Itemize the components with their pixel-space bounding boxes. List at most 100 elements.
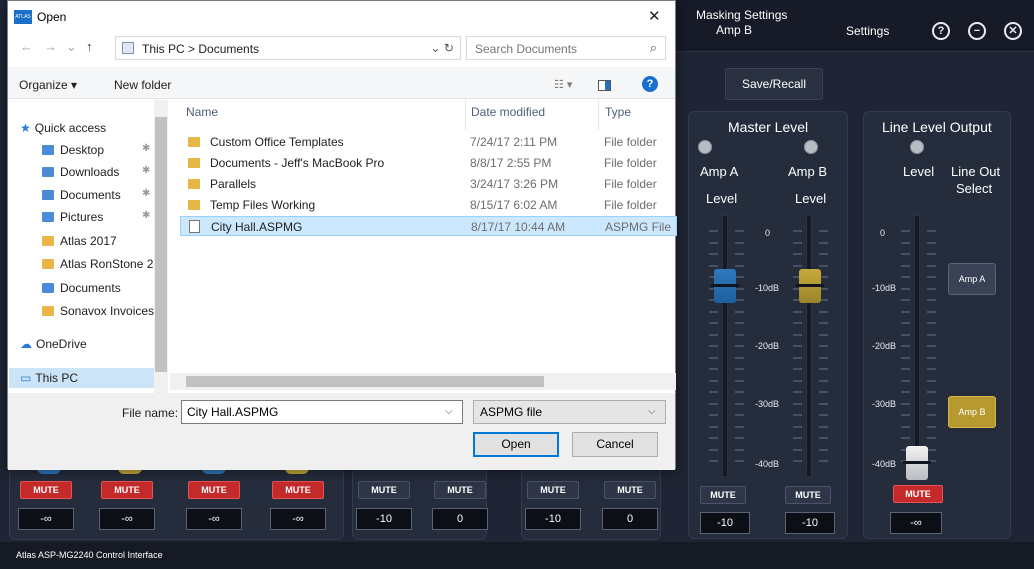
amp-b-mute-button[interactable]: MUTE	[785, 486, 831, 504]
masking-title-line1: Masking Settings	[696, 8, 788, 22]
fader-tick	[793, 414, 802, 416]
dialog-titlebar[interactable]: ATLAS Open ✕	[8, 1, 675, 33]
channel-5-mute-button[interactable]: MUTE	[358, 481, 410, 499]
channel-7-level-value[interactable]: -10	[525, 508, 581, 530]
channel-3-mute-button[interactable]: MUTE	[188, 481, 240, 499]
fader-tick	[927, 391, 936, 393]
fader-tick	[735, 334, 744, 336]
amp-b-fader-knob[interactable]	[796, 269, 824, 303]
file-type-chevron-icon[interactable]: ⌵	[648, 406, 656, 417]
channel-2-level-value[interactable]: -∞	[99, 508, 155, 530]
help-circle-icon[interactable]: ?	[932, 22, 950, 40]
channel-6-mute-button[interactable]: MUTE	[434, 481, 486, 499]
fader-tick	[927, 299, 936, 301]
column-header-type[interactable]: Type	[605, 105, 631, 119]
amp-a-fader-track[interactable]	[722, 215, 728, 477]
nav-item[interactable]: Atlas 2017	[42, 234, 117, 248]
channel-4-mute-button[interactable]: MUTE	[272, 481, 324, 499]
dialog-close-icon[interactable]: ✕	[648, 7, 661, 25]
line-level-mute-button[interactable]: MUTE	[893, 485, 943, 503]
fader-tick	[819, 460, 828, 462]
recent-locations-chevron-icon[interactable]: ⌄	[66, 39, 77, 55]
save-recall-button[interactable]: Save/Recall	[725, 68, 823, 100]
channel-2-mute-button[interactable]: MUTE	[101, 481, 153, 499]
open-button[interactable]: Open	[473, 432, 559, 457]
amp-a-level-value[interactable]: -10	[700, 512, 750, 534]
organize-menu-button[interactable]: Organize ▾	[19, 78, 77, 92]
address-bar[interactable]: This PC > Documents ⌄ ↻	[115, 36, 461, 60]
line-level-fader-knob[interactable]	[903, 446, 931, 480]
line-level-value[interactable]: -∞	[890, 512, 942, 534]
file-row[interactable]: Documents - Jeff's MacBook Pro 8/8/17 2:5…	[180, 153, 677, 173]
fader-tick	[927, 426, 936, 428]
file-name-input[interactable]: City Hall.ASPMG	[181, 400, 463, 424]
file-row[interactable]: Parallels 3/24/17 3:26 PM File folder	[180, 174, 677, 194]
search-placeholder[interactable]: Search Documents	[475, 42, 577, 56]
line-out-amp-a-button[interactable]: Amp A	[948, 263, 996, 295]
preview-pane-icon[interactable]	[598, 80, 611, 91]
cancel-button[interactable]: Cancel	[572, 432, 658, 457]
file-list-scroll-thumb[interactable]	[186, 376, 544, 387]
nav-item[interactable]: Documents	[42, 281, 121, 295]
channel-8-mute-button[interactable]: MUTE	[604, 481, 656, 499]
nav-item[interactable]: Pictures	[42, 210, 103, 224]
nav-item[interactable]: Downloads	[42, 165, 119, 179]
forward-arrow-icon[interactable]: →	[44, 39, 57, 54]
address-dropdown-refresh-icons[interactable]: ⌄ ↻	[431, 41, 454, 55]
amp-a-indicator-led	[698, 140, 712, 154]
change-view-icon[interactable]: ☷ ▾	[554, 78, 572, 91]
column-header-name[interactable]: Name	[186, 105, 218, 119]
channel-8-level-value[interactable]: 0	[602, 508, 658, 530]
line-level-fader-track[interactable]	[914, 215, 920, 477]
channel-5-level-value[interactable]: -10	[356, 508, 412, 530]
file-name-history-chevron-icon[interactable]: ⌵	[445, 406, 453, 417]
amp-b-fader-track[interactable]	[806, 215, 812, 477]
settings-tab[interactable]: Settings	[846, 24, 889, 38]
channel-1-mute-button[interactable]: MUTE	[20, 481, 72, 499]
file-row[interactable]: City Hall.ASPMG 8/17/17 10:44 AM ASPMG Fil…	[180, 216, 677, 236]
master-scale-40: -40dB	[755, 459, 780, 469]
amp-b-level-value[interactable]: -10	[785, 512, 835, 534]
channel-3-level-value[interactable]: -∞	[186, 508, 242, 530]
file-type-select[interactable]: ASPMG file	[473, 400, 666, 424]
channel-6-level-value[interactable]: 0	[432, 508, 488, 530]
pin-icon[interactable]: ✱	[142, 210, 150, 221]
nav-item[interactable]: Sonavox Invoices	[42, 304, 154, 318]
nav-item[interactable]: ☁ OneDrive	[20, 337, 87, 351]
column-header-date-modified[interactable]: Date modified	[471, 105, 545, 119]
search-icon[interactable]: ⌕	[650, 40, 657, 56]
back-arrow-icon[interactable]: ←	[20, 39, 33, 54]
line-out-amp-b-button[interactable]: Amp B	[948, 396, 996, 428]
channel-1-level-value[interactable]: -∞	[18, 508, 74, 530]
nav-item[interactable]: Desktop	[42, 143, 104, 157]
pin-icon[interactable]: ✱	[142, 188, 150, 199]
nav-item[interactable]: ★ Quick access	[20, 121, 106, 135]
up-arrow-icon[interactable]: ↑	[86, 39, 93, 54]
minimize-circle-icon[interactable]: −	[968, 22, 986, 40]
search-box[interactable]: Search Documents ⌕	[466, 36, 666, 60]
pin-icon[interactable]: ✱	[142, 143, 150, 154]
navigation-pane-scroll-thumb[interactable]	[155, 117, 167, 372]
fader-tick	[927, 242, 936, 244]
nav-item[interactable]: Documents	[42, 188, 121, 202]
fader-tick	[735, 391, 744, 393]
file-row[interactable]: Custom Office Templates 7/24/17 2:11 PM Fi…	[180, 132, 677, 152]
fader-tick	[793, 403, 802, 405]
help-icon[interactable]: ?	[642, 76, 658, 92]
channel-4-level-value[interactable]: -∞	[270, 508, 326, 530]
new-folder-button[interactable]: New folder	[114, 78, 171, 92]
nav-item[interactable]: Atlas RonStone 2	[42, 257, 153, 271]
fader-tick	[819, 230, 828, 232]
fader-tick	[819, 334, 828, 336]
column-separator[interactable]	[465, 100, 466, 130]
breadcrumb[interactable]: This PC > Documents	[142, 42, 259, 56]
amp-a-fader-knob[interactable]	[711, 269, 739, 303]
pin-icon[interactable]: ✱	[142, 165, 150, 176]
amp-a-mute-button[interactable]: MUTE	[700, 486, 746, 504]
fader-tick	[709, 437, 718, 439]
close-circle-icon[interactable]: ✕	[1004, 22, 1022, 40]
nav-item[interactable]: ▭ This PC	[9, 368, 154, 388]
channel-7-mute-button[interactable]: MUTE	[527, 481, 579, 499]
column-separator[interactable]	[598, 100, 599, 130]
file-row[interactable]: Temp Files Working 8/15/17 6:02 AM File fo…	[180, 195, 677, 215]
